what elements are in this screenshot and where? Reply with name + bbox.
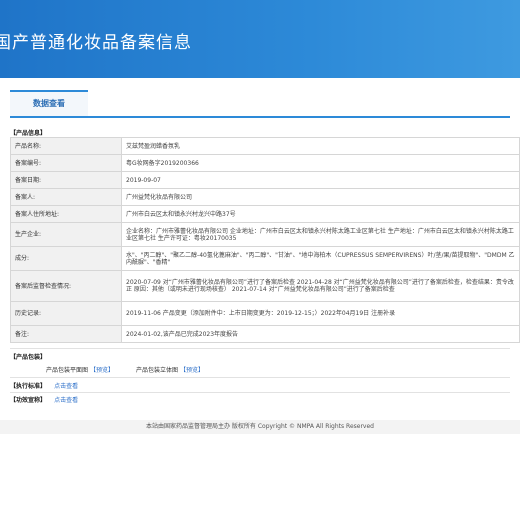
row-value: 企业名称：广州市雅蕾化妆品有限公司 企业地址：广州市白云区太和镇永兴村陈太路工业… — [121, 222, 520, 247]
row-value: 2024-01-02,该产品已完成2023年度报告 — [121, 325, 520, 343]
standard-row: 【执行标准】 点击查看 — [10, 381, 78, 390]
table-row: 备案人: 广州益梵化妆品有限公司 — [10, 188, 520, 206]
row-value: 广州益梵化妆品有限公司 — [121, 188, 520, 206]
row-value: 艾兹梵盈润蜡香氛乳 — [121, 137, 520, 155]
divider — [10, 348, 510, 349]
row-label: 备案编号: — [10, 154, 122, 172]
row-value: 2019-09-07 — [121, 171, 520, 189]
package-solid-label: 产品包装立体图 — [136, 367, 179, 374]
function-label: 【功效宣称】 — [10, 397, 47, 404]
package-solid: 产品包装立体图 【预览】 — [136, 365, 204, 374]
page-footer: 本站由国家药品监督管理局主办 版权所有 Copyright © NMPA All… — [0, 420, 520, 434]
page-banner: 国产普通化妆品备案信息 — [0, 0, 520, 78]
row-value: 广州市白云区太和镇永兴村龙兴中路37号 — [121, 205, 520, 223]
row-label: 备案后监督检查情况: — [10, 270, 122, 302]
row-value: 水"、"丙二醇"、"聚乙二醇-40氢化蓖麻油"、"丙二醇"、"甘油"、"地中海柏… — [121, 246, 520, 271]
table-row: 产品名称: 艾兹梵盈润蜡香氛乳 — [10, 137, 520, 155]
row-label: 成分: — [10, 246, 122, 271]
row-label: 产品名称: — [10, 137, 122, 155]
product-info-table: 产品名称: 艾兹梵盈润蜡香氛乳 备案编号: 粤G妆网备字2019200366 备… — [10, 137, 520, 343]
table-row: 备案后监督检查情况: 2020-07-09 对“广州市雅蕾化妆品有限公司”进行了… — [10, 270, 520, 302]
banner-title: 国产普通化妆品备案信息 — [0, 33, 192, 53]
row-label: 备案人住所地址: — [10, 205, 122, 223]
standard-view-link[interactable]: 点击查看 — [54, 383, 78, 390]
package-flat-label: 产品包装平面图 — [46, 367, 89, 374]
table-row: 备注: 2024-01-02,该产品已完成2023年度报告 — [10, 325, 520, 343]
tab-data-view[interactable]: 数据查看 — [10, 90, 88, 116]
table-row: 备案编号: 粤G妆网备字2019200366 — [10, 154, 520, 172]
row-label: 备案人: — [10, 188, 122, 206]
package-flat-preview-link[interactable]: 【预览】 — [90, 367, 114, 374]
table-row: 生产企业: 企业名称：广州市雅蕾化妆品有限公司 企业地址：广州市白云区太和镇永兴… — [10, 222, 520, 247]
function-row: 【功效宣称】 点击查看 — [10, 395, 78, 404]
row-label: 备注: — [10, 325, 122, 343]
row-label: 历史记录: — [10, 301, 122, 326]
package-heading: 【产品包装】 — [10, 354, 47, 361]
package-solid-preview-link[interactable]: 【预览】 — [180, 367, 204, 374]
product-info-heading: 【产品信息】 — [10, 130, 47, 137]
table-row: 备案人住所地址: 广州市白云区太和镇永兴村龙兴中路37号 — [10, 205, 520, 223]
row-value: 2020-07-09 对“广州市雅蕾化妆品有限公司”进行了备案后检查 2021-… — [121, 270, 520, 302]
table-row: 备案日期: 2019-09-07 — [10, 171, 520, 189]
row-value: 粤G妆网备字2019200366 — [121, 154, 520, 172]
divider — [10, 392, 510, 393]
table-row: 历史记录: 2019-11-06 产品变更（添加附件中：上市日期变更为：2019… — [10, 301, 520, 326]
row-label: 备案日期: — [10, 171, 122, 189]
row-value: 2019-11-06 产品变更（添加附件中：上市日期变更为：2019-12-15… — [121, 301, 520, 326]
row-label: 生产企业: — [10, 222, 122, 247]
standard-label: 【执行标准】 — [10, 383, 47, 390]
function-view-link[interactable]: 点击查看 — [54, 397, 78, 404]
package-flat: 产品包装平面图 【预览】 — [46, 365, 114, 374]
tab-bar: 数据查看 — [10, 90, 510, 118]
table-row: 成分: 水"、"丙二醇"、"聚乙二醇-40氢化蓖麻油"、"丙二醇"、"甘油"、"… — [10, 246, 520, 271]
divider — [10, 377, 510, 378]
